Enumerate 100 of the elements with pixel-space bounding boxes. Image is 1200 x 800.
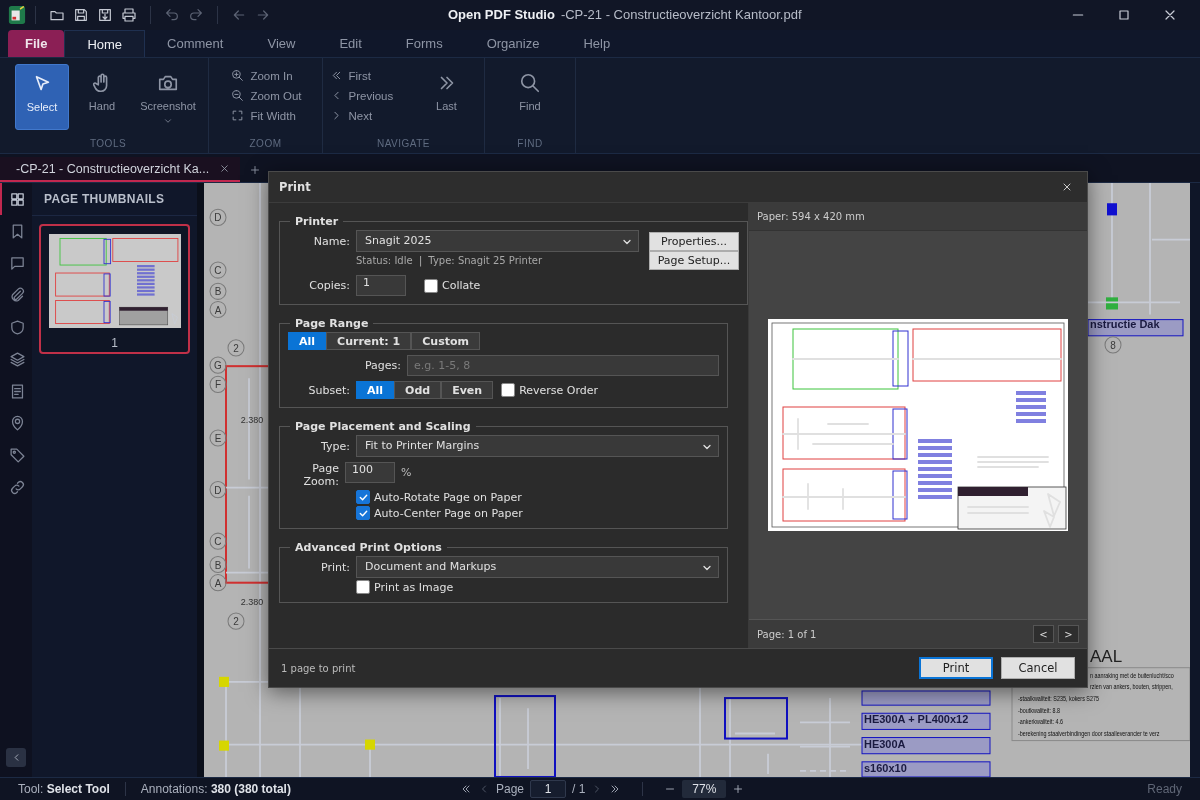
zoom-in-icon — [231, 69, 245, 82]
back-icon[interactable] — [231, 7, 247, 23]
save-icon[interactable] — [73, 7, 89, 23]
print-content-dropdown[interactable]: Document and Markups — [356, 556, 719, 578]
note-title: AAL — [1090, 646, 1123, 666]
range-option[interactable]: Current: 1 — [326, 332, 412, 350]
menu-tab[interactable]: File — [8, 30, 65, 57]
caret-icon — [163, 116, 173, 126]
last-page-button[interactable]: Last — [413, 64, 480, 130]
grid-marker: A — [209, 574, 227, 592]
grid-marker: G — [209, 356, 227, 374]
find-button[interactable]: Find — [497, 64, 563, 130]
checkbox[interactable] — [356, 506, 370, 520]
subset-option[interactable]: All — [356, 381, 395, 399]
grid-marker: D — [209, 208, 227, 226]
redo-icon[interactable] — [188, 7, 204, 23]
zoom-field[interactable]: 77% — [682, 780, 727, 798]
grid-marker: C — [209, 532, 227, 550]
field-label: Pages: — [363, 359, 401, 372]
separator: | — [418, 254, 423, 267]
tool-button[interactable]: Select — [15, 64, 69, 130]
save-as-icon[interactable] — [97, 7, 113, 23]
menu-tab[interactable]: Comment — [145, 30, 246, 57]
grid-marker: 2 — [227, 339, 245, 357]
navigate-button[interactable]: First — [327, 67, 408, 84]
zoom-field[interactable]: 100 — [345, 462, 395, 483]
drawing-label: nstructie Dak — [1090, 317, 1160, 330]
checkbox[interactable] — [424, 278, 438, 293]
print-icon[interactable] — [121, 7, 137, 23]
page-thumbnail[interactable]: 1 — [39, 224, 190, 354]
page-input[interactable]: 1 — [530, 780, 567, 798]
annotation-count: Annotations: 380 (380 total) — [140, 782, 291, 796]
app-logo-icon — [8, 5, 26, 25]
checkbox[interactable] — [501, 383, 516, 397]
zoom-button[interactable]: Zoom Out — [229, 87, 302, 104]
group-title: Printer — [294, 215, 340, 228]
fit-width-icon — [231, 109, 245, 122]
grid-marker: F — [209, 375, 227, 393]
menu-tab[interactable]: Home — [64, 30, 146, 57]
zoom-in-icon[interactable] — [732, 783, 745, 795]
checkbox[interactable] — [356, 490, 370, 504]
printer-status: Status: Idle — [356, 255, 413, 266]
menu-tab[interactable]: Forms — [383, 30, 465, 57]
zoom-button[interactable]: Zoom In — [229, 67, 302, 84]
group-title: Advanced Print Options — [294, 541, 443, 554]
document-tab[interactable]: -CP-21 - Constructieoverzicht Ka... — [0, 157, 240, 182]
group-label: NAVIGATE — [376, 138, 431, 151]
range-option[interactable]: Custom — [411, 332, 480, 350]
printer-dropdown[interactable]: Snagit 2025 — [356, 230, 639, 252]
collapse-button[interactable] — [6, 748, 26, 767]
tool-button[interactable]: Screenshot — [135, 64, 201, 130]
menu-tab[interactable]: Edit — [317, 30, 384, 57]
copies-field[interactable]: 1 — [356, 275, 406, 296]
thumbnails-icon — [8, 190, 26, 208]
field-label: Subset: — [307, 383, 350, 397]
undo-icon[interactable] — [164, 7, 180, 23]
group-label: FIND — [517, 138, 543, 151]
search-icon — [519, 72, 541, 94]
close-icon[interactable] — [1061, 181, 1073, 193]
zoom-button[interactable]: Fit Width — [229, 107, 302, 124]
subset-option[interactable]: Odd — [394, 381, 442, 399]
navigate-button[interactable]: Next — [327, 107, 408, 124]
properties-button[interactable]: Properties... — [649, 231, 739, 251]
zoom-out-icon — [231, 89, 245, 102]
tool-status: Tool: Select Tool — [18, 782, 110, 796]
close-icon[interactable] — [219, 163, 230, 174]
subset-option[interactable]: Even — [441, 381, 494, 399]
previous-page-button[interactable]: < — [1033, 625, 1054, 643]
dialog-title: Print — [279, 180, 311, 194]
first-page-icon[interactable] — [460, 783, 472, 795]
forward-icon[interactable] — [255, 7, 271, 23]
scaling-dropdown[interactable]: Fit to Printer Margins — [356, 435, 719, 457]
menu-tab[interactable]: View — [245, 30, 318, 57]
scrollbar[interactable] — [1190, 183, 1200, 777]
checkbox[interactable] — [356, 580, 370, 594]
comment-icon — [8, 254, 26, 272]
layers-icon — [8, 350, 26, 368]
grid-marker: D — [209, 481, 227, 499]
pages-field[interactable]: e.g. 1-5, 8 — [407, 355, 719, 376]
print-button[interactable]: Print — [919, 657, 993, 679]
page-setup-button[interactable]: Page Setup... — [649, 251, 739, 270]
drawing-label: HE300A — [864, 737, 906, 750]
tool-button[interactable]: Hand — [75, 64, 129, 130]
tag-icon — [8, 446, 26, 464]
grid-marker: B — [209, 555, 227, 574]
navigate-button[interactable]: Previous — [327, 87, 408, 104]
drawing-label: s160x10 — [864, 761, 907, 774]
new-tab-icon[interactable] — [249, 163, 261, 176]
printer-type: Type: Snagit 25 Printer — [428, 255, 543, 266]
cancel-button[interactable]: Cancel — [1001, 657, 1075, 679]
menu-tab[interactable]: Help — [561, 30, 633, 57]
next-page-button[interactable]: > — [1058, 625, 1079, 643]
menu-tab[interactable]: Organize — [464, 30, 562, 57]
group-label: ZOOM — [249, 138, 282, 151]
grid-marker: 8 — [1104, 336, 1122, 354]
range-option[interactable]: All — [288, 332, 327, 350]
field-label: Copies: — [308, 279, 350, 292]
maximize-icon[interactable] — [1116, 7, 1132, 23]
link-icon — [8, 478, 26, 496]
checkbox-label: Auto-Center Page on Paper — [374, 506, 523, 520]
